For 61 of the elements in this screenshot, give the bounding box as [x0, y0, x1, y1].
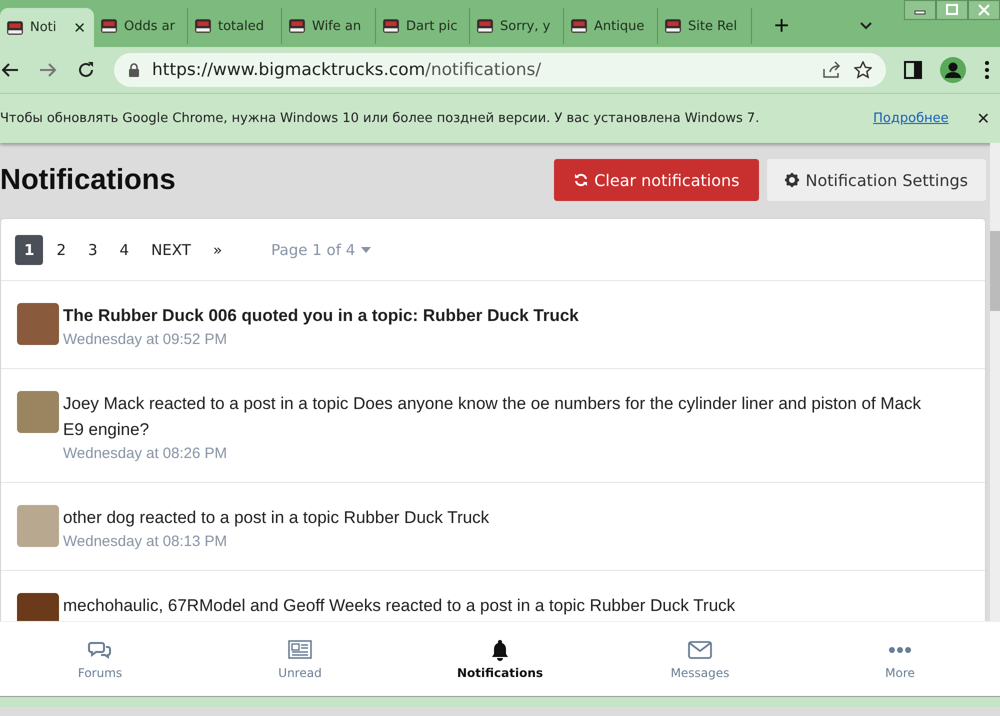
close-icon[interactable] — [968, 0, 1000, 20]
page-link[interactable]: 2 — [47, 234, 75, 264]
maximize-icon[interactable] — [936, 0, 968, 20]
browser-tab[interactable]: Dart pic — [376, 8, 470, 44]
page-link[interactable]: 4 — [110, 234, 138, 264]
dots-icon — [888, 647, 912, 653]
nav-tab[interactable]: Messages — [600, 622, 800, 696]
star-icon[interactable] — [854, 61, 872, 79]
last-page-link[interactable]: » — [204, 234, 232, 264]
update-message: Чтобы обновлять Google Chrome, нужна Windows 10 или более поздней версии. У вас установлена Windows 7. — [0, 111, 760, 126]
browser-tab[interactable]: totaled — [188, 8, 282, 44]
close-icon[interactable]: ✕ — [73, 18, 86, 36]
browser-tab[interactable]: Site Rel — [658, 8, 752, 44]
envelope-icon — [688, 638, 712, 662]
kebab-menu-icon[interactable] — [984, 60, 990, 80]
caret-icon — [361, 246, 372, 252]
truck-logo-icon — [288, 17, 306, 35]
notification-time: Wednesday at 08:26 PM — [63, 445, 228, 462]
page-title: Notifications — [0, 164, 177, 196]
truck-logo-icon — [100, 17, 118, 35]
address-bar[interactable]: https://www.bigmacktrucks.com/notifications/ — [114, 53, 886, 87]
truck-logo-icon — [570, 17, 588, 35]
profile-icon[interactable] — [940, 57, 966, 83]
nav-tab[interactable]: Forums — [0, 622, 200, 696]
notification-text[interactable]: The Rubber Duck 006 quoted you in a topic: Rubber Duck Truck — [63, 303, 945, 329]
reload-icon[interactable] — [76, 60, 96, 80]
clear-notifications-button[interactable]: Clear notifications — [554, 159, 760, 201]
scrollbar[interactable] — [990, 143, 1000, 621]
lock-icon[interactable] — [128, 63, 140, 77]
nav-tab[interactable]: More — [800, 622, 1000, 696]
notification-time: Wednesday at 08:13 PM — [63, 533, 228, 550]
share-icon[interactable] — [822, 61, 842, 79]
gear-icon — [785, 173, 800, 187]
truck-logo-icon — [664, 17, 682, 35]
minimize-icon[interactable] — [904, 0, 936, 20]
browser-tab[interactable]: Antique — [564, 8, 658, 44]
notification-time: Wednesday at 09:52 PM — [63, 331, 228, 348]
notification-text[interactable]: Joey Mack reacted to a post in a topic Does anyone know the oe numbers for the cylinder liner and piston of Mack E9 engine? — [63, 391, 945, 443]
next-link[interactable]: NEXT — [142, 234, 200, 264]
browser-tab[interactable]: Wife an — [282, 8, 376, 44]
page-link[interactable]: 1 — [15, 234, 44, 264]
browser-tab[interactable]: Odds ar — [94, 8, 188, 44]
nav-tab[interactable]: Unread — [200, 622, 400, 696]
side-panel-icon[interactable] — [904, 61, 922, 79]
notification-text[interactable]: mechohaulic, 67RModel and Geoff Weeks reacted to a post in a topic Rubber Duck Truck — [63, 593, 945, 619]
notification-text[interactable]: other dog reacted to a post in a topic Rubber Duck Truck — [63, 505, 945, 531]
chevron-down-icon[interactable] — [859, 21, 874, 31]
notification-settings-button[interactable]: Notification Settings — [767, 159, 986, 201]
new-tab-button[interactable]: + — [770, 10, 794, 41]
truck-logo-icon — [382, 17, 400, 35]
truck-logo-icon — [476, 17, 494, 35]
browser-tab[interactable]: Sorry, y — [470, 8, 564, 44]
page-link[interactable]: 3 — [78, 234, 107, 264]
nav-tab[interactable]: Notifications — [400, 622, 600, 696]
truck-logo-icon — [194, 17, 212, 35]
refresh-icon — [574, 173, 588, 187]
close-icon[interactable]: ✕ — [976, 109, 990, 128]
newspaper-icon — [288, 638, 312, 662]
learn-more-link[interactable]: Подробнее — [873, 111, 949, 126]
truck-logo-icon — [6, 18, 24, 36]
browser-tab[interactable]: Noti ✕ — [0, 8, 94, 47]
